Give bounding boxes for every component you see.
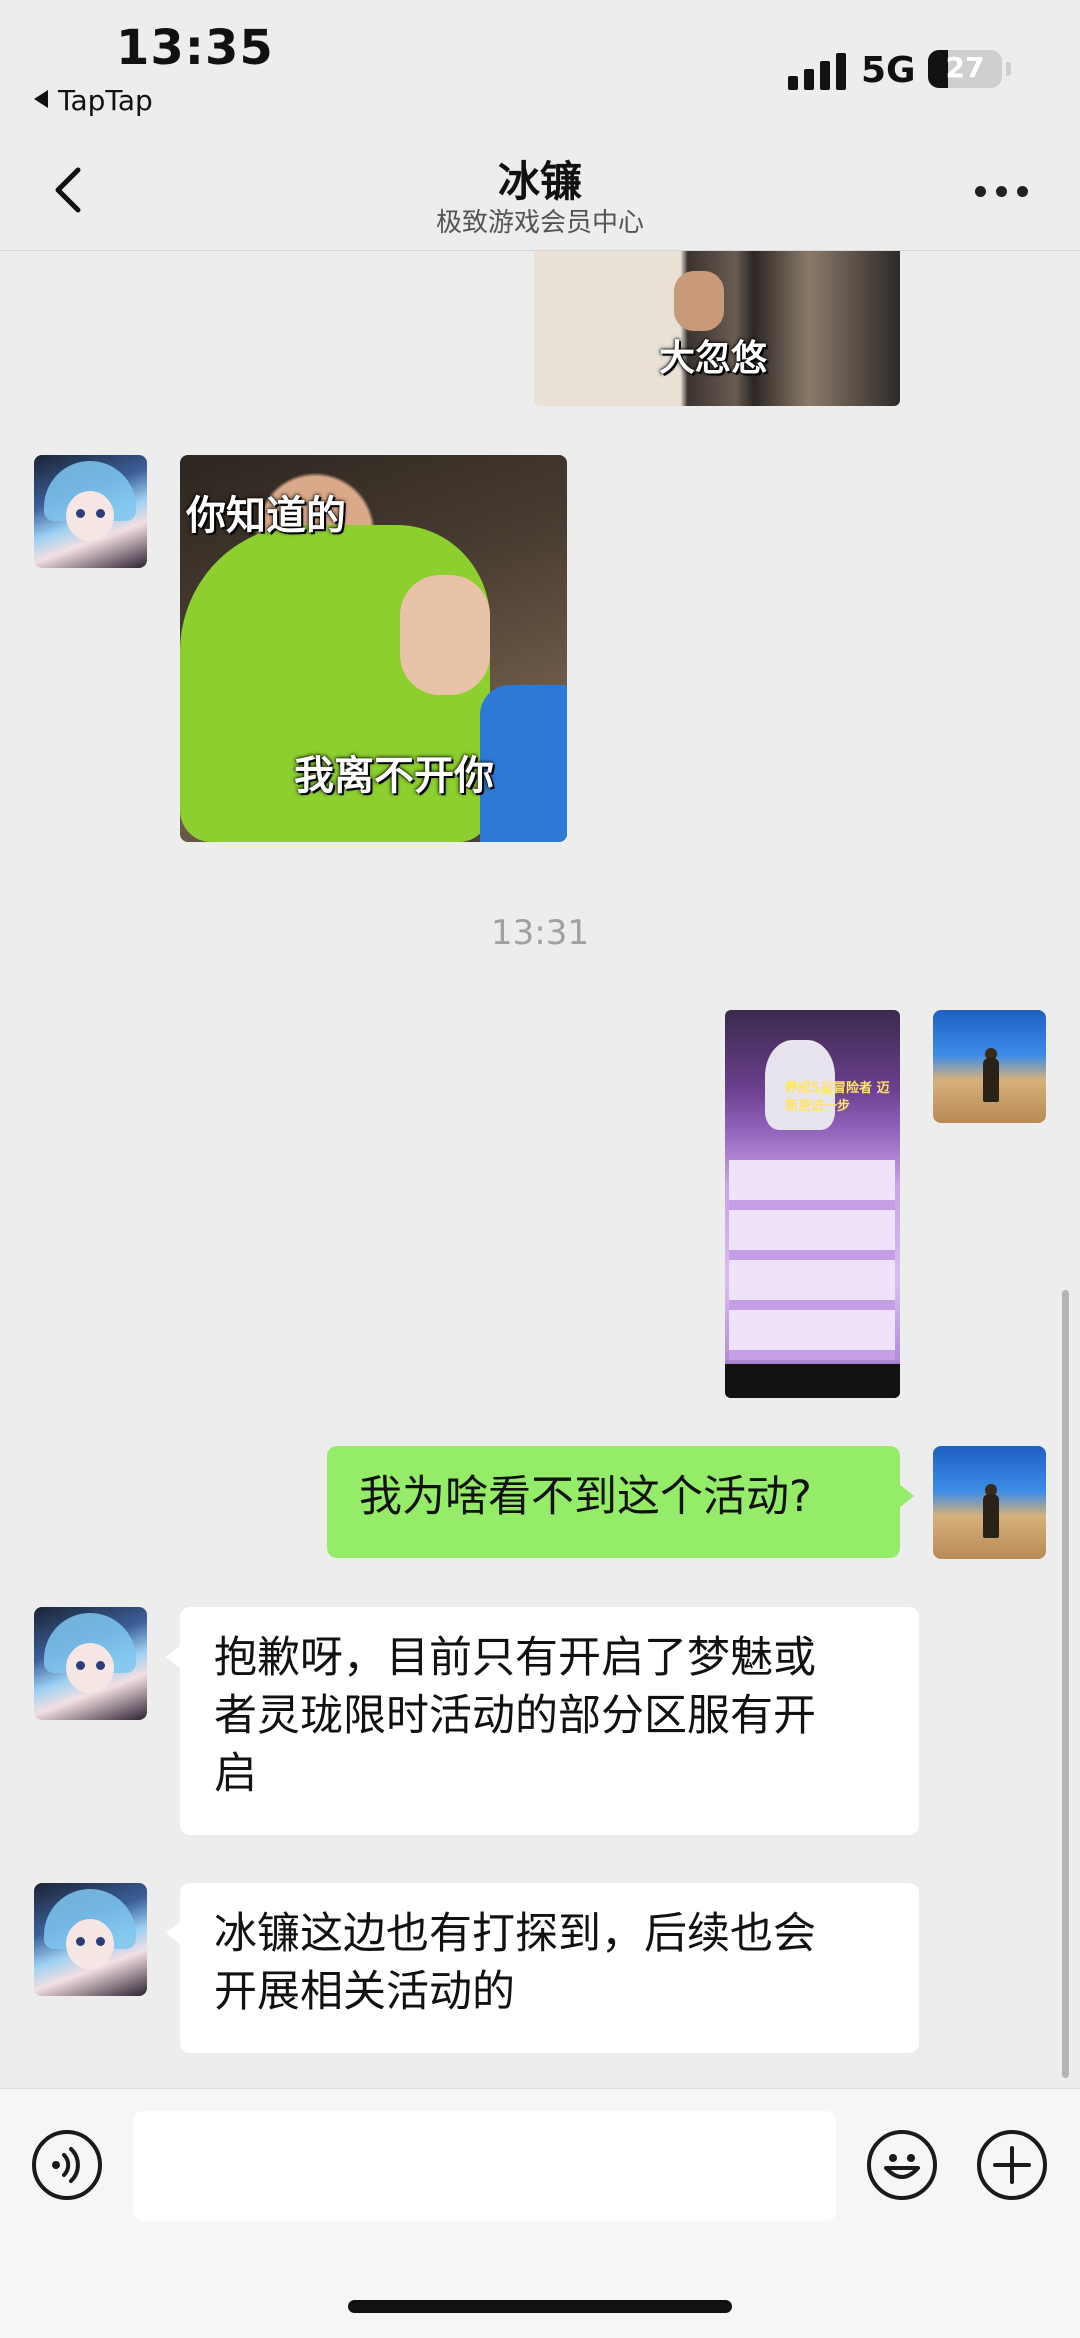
message-timestamp: 13:31 [491,913,589,953]
message-line: 抱歉呀，目前只有开启了梦魅或 [214,1633,816,1683]
network-type: 5G [861,50,916,91]
voice-icon[interactable] [32,2130,102,2200]
chat-title: 冰镰 [497,157,582,206]
message-line: 开展相关活动的 [214,1967,515,2017]
message-bubble[interactable]: 冰镰这边也有打探到，后续也会 开展相关活动的 [166,1883,919,2053]
back-app-label: TapTap [58,84,153,117]
image-message[interactable]: 养成5星冒险者 迈断更进一步 [725,1010,900,1398]
signal-icon [788,50,846,90]
message-bubble[interactable]: 我为啥看不到这个活动? [327,1446,914,1558]
more-dots-icon[interactable] [972,170,1032,210]
image-caption-bottom: 我离不开你 [294,753,494,799]
chat-scrollbar[interactable] [1062,1290,1069,2078]
chat-subtitle: 极致游戏会员中心 [435,208,644,238]
message-line: 启 [214,1749,257,1799]
battery-icon: 27 [928,50,1002,88]
avatar[interactable] [34,1883,147,1996]
arm-shape [400,575,490,695]
battery-tip [1006,62,1011,76]
status-time: 13:35 [116,20,274,76]
image-message[interactable]: 你知道的 我离不开你 [180,455,567,842]
emoji-icon[interactable] [867,2130,937,2200]
back-triangle-icon [34,90,48,108]
image-caption-top: 你知道的 [186,493,346,539]
home-indicator[interactable] [348,2300,732,2313]
message-line: 者灵珑限时活动的部分区服有开 [214,1691,816,1741]
image-caption: 养成5星冒险者 迈断更进一步 [785,1081,890,1114]
avatar[interactable] [933,1010,1046,1123]
status-bar: 13:35 TapTap 5G 27 [0,0,1080,130]
message-input[interactable] [133,2111,836,2221]
battery-percent: 27 [945,51,985,84]
image-message[interactable]: 大忽悠 [534,251,900,406]
message-text: 我为啥看不到这个活动? [359,1472,812,1522]
avatar[interactable] [933,1446,1046,1559]
message-line: 冰镰这边也有打探到，后续也会 [214,1909,816,1959]
chat-messages[interactable]: 大忽悠 你知道的 我离不开你 13:31 养成5星冒险者 迈断更进一步 我为啥看… [0,251,1080,2088]
chat-header: 冰镰 极致游戏会员中心 [0,130,1080,251]
avatar[interactable] [34,455,147,568]
avatar[interactable] [34,1607,147,1720]
hand-shape [674,271,724,331]
image-nav-bar [725,1364,900,1398]
message-bubble[interactable]: 抱歉呀，目前只有开启了梦魅或 者灵珑限时活动的部分区服有开 启 [166,1607,919,1835]
list-panel-shape [729,1160,895,1360]
plus-icon[interactable] [977,2130,1047,2200]
image-caption: 大忽悠 [659,338,768,379]
back-to-app-link[interactable]: TapTap [34,84,153,117]
